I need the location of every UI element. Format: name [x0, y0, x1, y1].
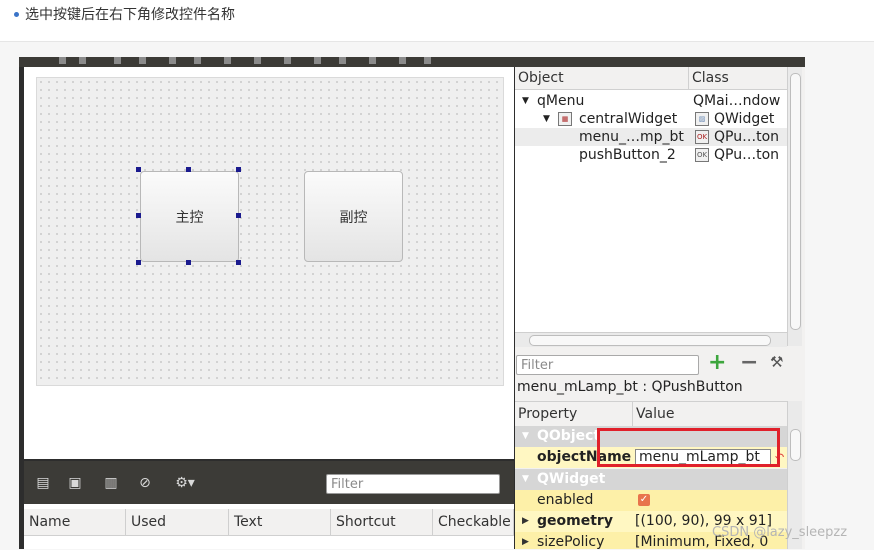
toolbar-icon[interactable]: [59, 57, 66, 64]
pushbutton-class-icon: OK: [695, 148, 709, 162]
toolbar-icon[interactable]: [169, 57, 176, 64]
toolbar-icon[interactable]: [314, 57, 321, 64]
toolbar-icon[interactable]: [399, 57, 406, 64]
object-inspector-tree: ▼ qMenu QMai…ndow ▼ ▦ centralWidget ▨ QW…: [515, 90, 787, 332]
col-shortcut[interactable]: Shortcut: [331, 509, 433, 535]
resize-handle[interactable]: [136, 260, 141, 265]
object-inspector-header: Object Class: [515, 67, 787, 90]
col-object[interactable]: Object: [515, 67, 689, 89]
col-used[interactable]: Used: [126, 509, 229, 535]
expand-arrow-icon[interactable]: ▶: [522, 532, 529, 549]
toolbar-icon[interactable]: [284, 57, 291, 64]
tree-row-centralwidget[interactable]: ▼ ▦ centralWidget ▨ QWidget: [515, 110, 787, 128]
scroll-thumb[interactable]: [790, 429, 801, 461]
delete-icon[interactable]: ⊘: [136, 474, 154, 492]
col-class[interactable]: Class: [689, 67, 787, 89]
right-dock: Object Class ▼ qMenu QMai…ndow ▼ ▦ centr…: [515, 67, 805, 549]
resize-handle[interactable]: [186, 167, 191, 172]
form-canvas[interactable]: 主控 副控: [36, 77, 504, 386]
toolbar-icon[interactable]: [114, 57, 121, 64]
resize-handle[interactable]: [136, 167, 141, 172]
resize-handle[interactable]: [236, 213, 241, 218]
toolbar-icon[interactable]: [79, 57, 86, 64]
toolbar-icon[interactable]: [224, 57, 231, 64]
action-filter-input[interactable]: Filter: [326, 474, 500, 494]
col-text[interactable]: Text: [229, 509, 331, 535]
col-property[interactable]: Property: [515, 402, 633, 426]
widget-icon: ▦: [558, 112, 572, 126]
qwidget-class-icon: ▨: [695, 112, 709, 126]
resize-handle[interactable]: [236, 167, 241, 172]
form-editor: 主控 副控: [24, 67, 514, 459]
paste-icon[interactable]: ▥: [102, 474, 120, 492]
wrench-icon[interactable]: ⚒: [770, 353, 783, 371]
main-control-button[interactable]: 主控: [140, 171, 239, 262]
toolbar-icon[interactable]: [254, 57, 261, 64]
prop-row-enabled[interactable]: enabled ✓: [515, 490, 787, 511]
scroll-thumb[interactable]: [790, 73, 801, 330]
toolbar-icon[interactable]: [194, 57, 201, 64]
enabled-checkbox[interactable]: ✓: [638, 494, 650, 506]
watermark: CSDN @lazy_sleepzz: [712, 525, 848, 540]
caption: 选中按键后在右下角修改控件名称: [14, 4, 235, 24]
copy-icon[interactable]: ▣: [66, 474, 84, 492]
object-inspector-hscroll[interactable]: [515, 332, 787, 347]
sub-control-button[interactable]: 副控: [304, 171, 403, 262]
expand-arrow-icon[interactable]: ▼: [543, 110, 550, 128]
resize-handle[interactable]: [186, 260, 191, 265]
collapse-arrow-icon[interactable]: ▼: [522, 469, 529, 490]
caption-text: 选中按键后在右下角修改控件名称: [25, 7, 235, 23]
action-table-header: Name Used Text Shortcut Checkable: [24, 509, 514, 536]
action-editor-toolbar: ▤ ▣ ▥ ⊘ ⚙▾ Filter: [24, 461, 514, 504]
new-action-icon[interactable]: ▤: [34, 474, 52, 492]
col-value[interactable]: Value: [633, 402, 787, 426]
hscroll-thumb[interactable]: [529, 335, 771, 346]
group-qwidget[interactable]: ▼ QWidget: [515, 469, 787, 490]
collapse-arrow-icon[interactable]: ▼: [522, 426, 529, 447]
toolbar-icon[interactable]: [424, 57, 431, 64]
add-property-icon[interactable]: +: [708, 350, 726, 375]
pushbutton-class-icon: OK: [695, 130, 709, 144]
designer-toolbar: [19, 57, 805, 67]
toolbar-icon[interactable]: [369, 57, 376, 64]
bullet-icon: [14, 11, 19, 17]
annotation-highlight-box: [597, 428, 780, 467]
property-table-header: Property Value: [515, 401, 787, 427]
settings-gear-icon[interactable]: ⚙▾: [172, 474, 198, 492]
tree-row-qmenu[interactable]: ▼ qMenu QMai…ndow: [515, 92, 787, 110]
toolbar-icon[interactable]: [139, 57, 146, 64]
resize-handle[interactable]: [236, 260, 241, 265]
tree-row-menu-lamp-bt[interactable]: menu_…mp_bt OK QPu…ton: [515, 128, 787, 146]
remove-property-icon[interactable]: −: [740, 350, 758, 375]
col-name[interactable]: Name: [24, 509, 126, 535]
expand-arrow-icon[interactable]: ▶: [522, 511, 529, 532]
action-editor: ▤ ▣ ▥ ⊘ ⚙▾ Filter Name Used Text Shortcu…: [24, 461, 514, 549]
object-inspector-vscroll[interactable]: [787, 67, 802, 346]
resize-handle[interactable]: [136, 213, 141, 218]
selected-object-title: menu_mLamp_bt : QPushButton: [517, 379, 743, 395]
expand-arrow-icon[interactable]: ▼: [522, 92, 529, 110]
col-checkable[interactable]: Checkable: [433, 509, 514, 535]
property-filter-input[interactable]: Filter: [516, 355, 699, 375]
tree-row-pushbutton-2[interactable]: pushButton_2 OK QPu…ton: [515, 146, 787, 164]
toolbar-icon[interactable]: [339, 57, 346, 64]
qt-designer-window: 主控 副控 ▤ ▣ ▥ ⊘ ⚙▾ Filter Name Used Text S…: [19, 57, 805, 549]
